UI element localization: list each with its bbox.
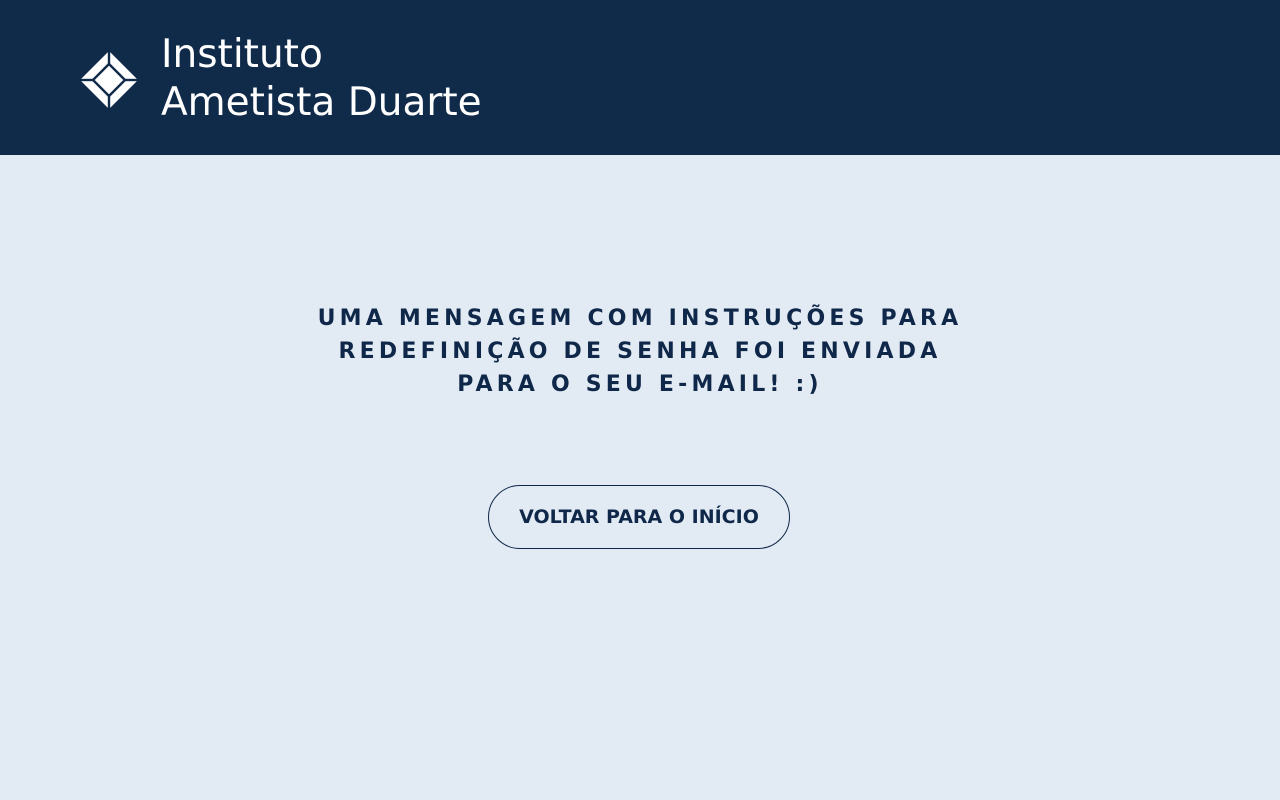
brand-name: Instituto Ametista Duarte [161,31,482,127]
confirmation-message: UMA MENSAGEM COM INSTRUÇÕES PARA REDEFIN… [240,302,1040,401]
message-line-1: UMA MENSAGEM COM INSTRUÇÕES PARA [317,306,963,331]
back-to-home-button[interactable]: VOLTAR PARA O INÍCIO [488,485,790,549]
brand-line-1: Instituto [161,32,323,77]
site-header: Instituto Ametista Duarte [0,0,1280,155]
message-line-3: PARA O SEU E-MAIL! :) [457,372,823,397]
diamond-logo-icon [80,51,138,109]
message-line-2: REDEFINIÇÃO DE SENHA FOI ENVIADA [338,339,942,364]
brand-line-2: Ametista Duarte [161,80,482,125]
